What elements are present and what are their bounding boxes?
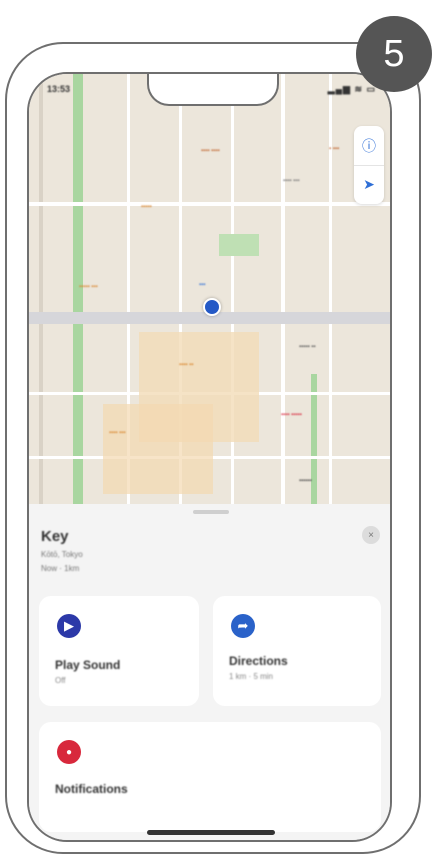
map-place-label: ▪ ▪▪▪ [329,146,340,152]
close-button[interactable]: × [362,526,380,544]
item-detail-sheet: Key Kōtō, Tokyo Now · 1km × ▶ Play Sound… [29,504,390,840]
map-place-label: ▪▪▪▪▪ [141,204,152,210]
notifications-title: Notifications [55,782,128,796]
item-name: Key [41,528,69,545]
status-icons: ▂▄▆ ≋ ▭ [327,84,376,94]
item-location: Kōtō, Tokyo [41,550,83,559]
map-road [329,74,332,506]
home-indicator[interactable] [147,830,275,835]
map-place-label: ▪▪▪▪ ▪▪▪▪ [201,148,220,154]
map-district [103,404,213,494]
map-place-label: ▪▪▪▪▪ ▪▪▪ [79,284,98,290]
sheet-handle[interactable] [193,510,229,514]
directions-title: Directions [229,654,288,668]
item-time: Now · 1km [41,564,80,573]
phone-screen: 13:53 ▂▄▆ ≋ ▭ ▪▪▪▪ ▪▪▪▪ ▪ ▪▪▪ ▪▪▪▪ ▪▪▪ ▪… [27,72,392,842]
map-view[interactable]: ▪▪▪▪ ▪▪▪▪ ▪ ▪▪▪ ▪▪▪▪ ▪▪▪ ▪▪▪▪▪ ▪▪▪▪▪ ▪▪▪… [29,74,390,506]
play-sound-title: Play Sound [55,658,121,672]
step-number-badge: 5 [356,16,432,92]
map-place-label: ▪▪▪ [199,282,206,288]
map-place-label: ▪▪▪▪▪▪ [299,478,312,484]
step-number: 5 [383,32,405,75]
phone-notch [147,74,279,106]
map-road [73,74,83,506]
notifications-card[interactable]: ● Notifications [39,722,381,832]
play-icon: ▶ [57,614,81,638]
map-place-label: ▪▪▪▪ ▪▪▪ [109,430,126,436]
map-place-label: ▪▪▪▪ ▪▪▪▪▪ [281,412,302,418]
map-controls: ⓘ ➤ [354,126,384,204]
map-road [39,74,43,506]
map-place-label: ▪▪▪▪▪ ▪▪ [299,344,316,350]
status-time: 13:53 [47,84,71,94]
map-park [219,234,259,256]
location-arrow-icon[interactable]: ➤ [354,165,384,204]
map-road [281,74,285,506]
map-pin-icon[interactable] [203,298,221,316]
bell-icon: ● [57,740,81,764]
map-place-label: ▪▪▪▪ ▪▪▪ [283,178,300,184]
info-icon[interactable]: ⓘ [354,126,384,166]
play-sound-card[interactable]: ▶ Play Sound Off [39,596,199,706]
directions-subtitle: 1 km · 5 min [229,672,274,681]
map-road [29,202,390,206]
directions-card[interactable]: ➦ Directions 1 km · 5 min [213,596,381,706]
car-icon: ➦ [231,614,255,638]
map-place-label: ▪▪▪▪ ▪▪ [179,362,194,368]
play-sound-subtitle: Off [55,676,66,685]
